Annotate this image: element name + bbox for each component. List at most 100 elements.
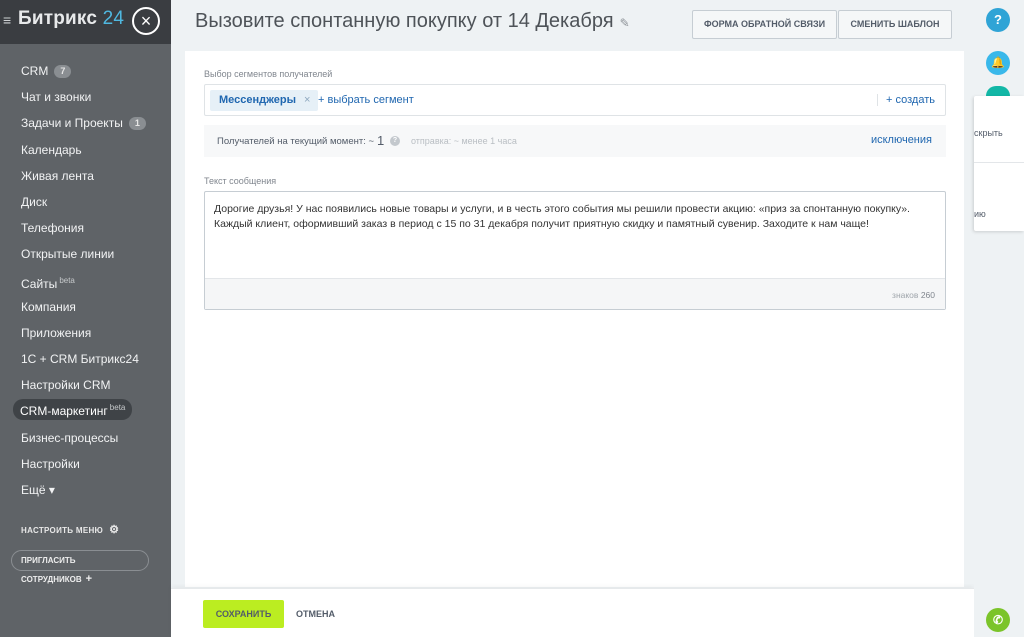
sidebar-item-label: CRM <box>21 64 48 78</box>
close-icon[interactable]: × <box>132 7 160 35</box>
change-template-button[interactable]: СМЕНИТЬ ШАБЛОН <box>838 10 952 39</box>
sidebar-item-text: Телефония <box>21 221 84 236</box>
sidebar-item-label: Живая лента <box>21 169 94 183</box>
help-icon[interactable]: ? <box>390 136 400 146</box>
sidebar-item-label: Сайты beta <box>21 275 75 291</box>
sidebar-item[interactable]: Телефония <box>0 215 171 241</box>
feedback-form-button[interactable]: ФОРМА ОБРАТНОЙ СВЯЗИ <box>692 10 837 39</box>
sidebar-item[interactable]: Диск <box>0 189 171 215</box>
sidebar-menu: CRM 7 Чат и звонки Задачи и Проекты 1 Календа… <box>0 58 171 503</box>
popup-hide-link[interactable]: скрыть <box>974 128 1003 138</box>
sidebar-item-label: CRM-маркетинг beta <box>13 399 133 421</box>
logo-number: 24 <box>102 8 125 29</box>
beta-label: beta <box>59 275 75 285</box>
sidebar-item[interactable]: Компания <box>0 294 171 320</box>
sidebar-item-text: Настройки CRM <box>21 378 111 393</box>
sidebar-item-label: Компания <box>21 300 76 314</box>
char-counter: знаков 260 <box>892 290 935 300</box>
phone-icon[interactable]: ✆ <box>986 608 1010 632</box>
bell-icon[interactable]: 🔔 <box>986 51 1010 75</box>
sidebar-item-text: 1С + CRM Битрикс24 <box>21 352 139 367</box>
invite-employees-button[interactable]: ПРИГЛАСИТЬ СОТРУДНИКОВ + <box>11 550 149 585</box>
sidebar-item-text: CRM <box>21 64 49 78</box>
cancel-button[interactable]: ОТМЕНА <box>296 609 335 619</box>
chat-icon[interactable] <box>986 86 1010 96</box>
segment-tag-label: Мессенджеры <box>219 94 296 106</box>
left-sidebar: ≡ Битрикс 24 × CRM 7 Чат и звонки Задачи и … <box>0 0 171 637</box>
sidebar-item[interactable]: Чат и звонки <box>0 84 171 110</box>
save-button[interactable]: СОХРАНИТЬ <box>203 600 284 628</box>
message-text[interactable]: Дорогие друзья! У нас появились новые то… <box>214 202 934 232</box>
message-label: Текст сообщения <box>204 176 277 186</box>
sidebar-item-label: Задачи и Проекты <box>21 116 123 130</box>
message-line-2: Каждый клиент, оформивший заказ в период… <box>214 218 869 230</box>
sidebar-item-text: Чат и звонки <box>21 90 92 105</box>
logo-text: Битрикс <box>18 8 98 29</box>
help-icon[interactable]: ? <box>986 8 1010 32</box>
sidebar-item-text: Задачи и Проекты <box>21 116 123 131</box>
sidebar-item[interactable]: 1С + CRM Битрикс24 <box>0 346 171 372</box>
recipients-label: Получателей на текущий момент: ~ <box>217 136 375 147</box>
sidebar-item-label: Ещё ▾ <box>21 483 55 497</box>
sidebar-item-text: Сайты <box>21 276 58 291</box>
pencil-icon[interactable]: ✎ <box>620 16 630 30</box>
gear-icon: ⚙ <box>109 524 120 536</box>
segment-tag[interactable]: Мессенджеры × <box>210 90 319 111</box>
sidebar-item[interactable]: Ещё ▾ <box>0 477 171 503</box>
segments-field[interactable]: Мессенджеры × + выбрать сегмент + создать <box>204 84 946 116</box>
sidebar-item[interactable]: Живая лента <box>0 163 171 189</box>
sidebar-item-text: Диск <box>21 194 48 209</box>
sidebar-item-label: Настройки CRM <box>21 378 111 392</box>
sidebar-item-label: Открытые линии <box>21 247 114 261</box>
sidebar-item-text: Живая лента <box>21 168 94 183</box>
sidebar-item[interactable]: Бизнес-процессы <box>0 425 171 451</box>
sidebar-item-text: CRM-маркетинг <box>20 404 108 419</box>
sidebar-item-text: Ещё ▾ <box>21 483 55 497</box>
sidebar-item-label: Телефония <box>21 221 84 235</box>
sidebar-item[interactable]: Задачи и Проекты 1 <box>0 110 171 136</box>
char-counter-label: знаков <box>892 290 919 300</box>
sidebar-item[interactable]: CRM 7 <box>0 58 171 84</box>
sidebar-item[interactable]: CRM-маркетинг beta <box>0 398 171 424</box>
message-line-1: Дорогие друзья! У нас появились новые то… <box>214 203 910 215</box>
select-segment-link[interactable]: + выбрать сегмент <box>318 94 414 106</box>
counter-badge: 7 <box>54 65 72 78</box>
page-title: Вызовите спонтанную покупку от 14 Декабр… <box>195 10 630 33</box>
sidebar-item-label: Диск <box>21 195 47 209</box>
remove-tag-icon[interactable]: × <box>304 94 310 106</box>
logo[interactable]: Битрикс 24 <box>18 8 124 30</box>
popup-text: ию <box>974 209 986 219</box>
sidebar-item-label: Приложения <box>21 326 91 340</box>
send-time-info: отправка: ~ менее 1 часа <box>411 136 517 146</box>
sidebar-item-text: Компания <box>21 299 76 314</box>
message-textarea[interactable]: Дорогие друзья! У нас появились новые то… <box>204 191 946 310</box>
logo-row: ≡ Битрикс 24 × <box>0 0 171 44</box>
exceptions-link[interactable]: исключения <box>871 134 932 146</box>
page-title-text: Вызовите спонтанную покупку от 14 Декабр… <box>195 10 614 32</box>
configure-menu-button[interactable]: НАСТРОИТЬ МЕНЮ ⚙ <box>21 523 119 536</box>
menu-icon[interactable]: ≡ <box>3 12 11 28</box>
rail-popup: скрыть ию <box>974 96 1024 231</box>
sidebar-item-label: Настройки <box>21 457 80 471</box>
sidebar-item-text: Календарь <box>21 142 82 157</box>
sidebar-item-label: Чат и звонки <box>21 90 91 104</box>
char-counter-value: 260 <box>920 290 935 300</box>
sidebar-item[interactable]: Приложения <box>0 320 171 346</box>
sidebar-item-text: Бизнес-процессы <box>21 430 119 445</box>
recipients-bar: Получателей на текущий момент: ~ 1 ? отп… <box>204 125 946 157</box>
invite-employees-label: ПРИГЛАСИТЬ СОТРУДНИКОВ <box>21 556 82 584</box>
segments-label: Выбор сегментов получателей <box>204 69 333 79</box>
sidebar-item[interactable]: Настройки <box>0 451 171 477</box>
configure-menu-label: НАСТРОИТЬ МЕНЮ <box>21 526 104 535</box>
plus-icon: + <box>85 573 93 585</box>
sidebar-item[interactable]: Сайты beta <box>0 268 171 294</box>
sidebar-item[interactable]: Открытые линии <box>0 241 171 267</box>
sidebar-item[interactable]: Настройки CRM <box>0 372 171 398</box>
counter-badge: 1 <box>128 117 146 131</box>
recipients-count: 1 <box>377 133 385 148</box>
sidebar-item-label: Бизнес-процессы <box>21 431 118 445</box>
create-segment-link[interactable]: + создать <box>877 94 935 106</box>
message-footer: знаков 260 <box>205 278 945 309</box>
sidebar-item-text: Настройки <box>21 456 80 471</box>
sidebar-item[interactable]: Календарь <box>0 137 171 163</box>
